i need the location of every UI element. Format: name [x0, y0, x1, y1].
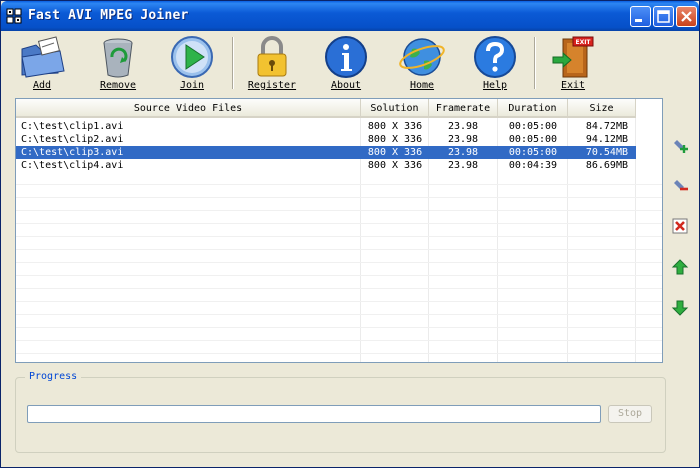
toolbar-separator	[232, 37, 234, 89]
grid-line	[16, 340, 662, 341]
title-bar[interactable]: Fast AVI MPEG Joiner	[1, 1, 699, 31]
delete-all-icon	[672, 218, 688, 234]
framerate-cell: 23.98	[447, 134, 479, 145]
close-icon	[681, 11, 692, 22]
exit-door-icon: EXIT	[552, 36, 594, 78]
app-window: Fast AVI MPEG Joiner Add Remove Join Reg…	[0, 0, 700, 468]
grid-line	[16, 249, 662, 250]
duration-cell: 00:05:00	[508, 121, 558, 132]
size-cell: 84.72MB	[585, 121, 628, 132]
add-file-button[interactable]	[671, 136, 689, 154]
globe-icon	[399, 38, 445, 76]
move-up-button[interactable]	[671, 258, 689, 276]
table-row[interactable]: C:\test\clip4.avi 800 X 336 23.98 00:04:39 8…	[16, 159, 636, 172]
grid-line	[16, 184, 662, 185]
grid-line	[16, 210, 662, 211]
grid-line	[16, 236, 662, 237]
add-file-icon	[674, 140, 688, 153]
framerate-cell: 23.98	[447, 160, 479, 171]
column-header-size[interactable]: Size	[568, 99, 636, 118]
join-label: Join	[179, 80, 205, 91]
list-header: Source Video Files Solution Framerate Du…	[16, 99, 636, 118]
app-icon	[6, 8, 22, 24]
home-label: Home	[409, 80, 435, 91]
framerate-cell: 23.98	[447, 121, 479, 132]
file-list[interactable]: Source Video Files Solution Framerate Du…	[15, 98, 663, 363]
grid-line	[16, 288, 662, 289]
remove-file-icon	[674, 180, 688, 191]
help-label: Help	[482, 80, 508, 91]
remove-label: Remove	[99, 80, 137, 91]
column-header-duration[interactable]: Duration	[498, 99, 568, 118]
move-down-icon	[671, 300, 689, 316]
maximize-icon	[657, 10, 670, 23]
window-title: Fast AVI MPEG Joiner	[28, 8, 189, 23]
toolbar-separator	[534, 37, 536, 89]
home-button[interactable]: Home	[389, 35, 455, 97]
help-icon	[474, 36, 516, 78]
about-label: About	[330, 80, 362, 91]
join-button[interactable]: Join	[159, 35, 225, 97]
duration-cell: 00:05:00	[508, 147, 558, 158]
add-button[interactable]: Add	[9, 35, 75, 97]
remove-file-button[interactable]	[671, 176, 689, 194]
solution-cell: 800 X 336	[367, 160, 423, 171]
recycle-bin-icon	[103, 38, 133, 78]
register-label: Register	[247, 80, 297, 91]
size-cell: 70.54MB	[585, 147, 628, 158]
delete-all-button[interactable]	[671, 217, 689, 235]
exit-label: Exit	[560, 80, 586, 91]
solution-cell: 800 X 336	[367, 147, 423, 158]
folder-open-icon	[21, 36, 65, 78]
maximize-button[interactable]	[653, 6, 674, 27]
file-path-cell: C:\test\clip4.avi	[21, 160, 124, 171]
minimize-icon	[635, 19, 642, 22]
solution-cell: 800 X 336	[367, 134, 423, 145]
close-button[interactable]	[676, 6, 697, 27]
progress-label: Progress	[25, 371, 82, 382]
register-button[interactable]: Register	[239, 35, 305, 97]
exit-button[interactable]: EXIT Exit	[540, 35, 606, 97]
play-icon	[171, 36, 213, 78]
grid-line	[16, 301, 662, 302]
column-header-solution[interactable]: Solution	[361, 99, 429, 118]
column-header-source[interactable]: Source Video Files	[16, 99, 361, 118]
progress-bar	[27, 405, 601, 423]
exit-sign-text: EXIT	[575, 39, 591, 46]
grid-line	[16, 223, 662, 224]
info-icon	[325, 36, 367, 78]
lock-icon	[257, 36, 287, 77]
about-button[interactable]: About	[313, 35, 379, 97]
grid-line	[16, 262, 662, 263]
remove-button[interactable]: Remove	[85, 35, 151, 97]
help-button[interactable]: Help	[462, 35, 528, 97]
table-row[interactable]: C:\test\clip2.avi 800 X 336 23.98 00:05:00 9…	[16, 133, 636, 146]
column-header-framerate[interactable]: Framerate	[429, 99, 498, 118]
duration-cell: 00:05:00	[508, 134, 558, 145]
table-row[interactable]: C:\test\clip1.avi 800 X 336 23.98 00:05:00 8…	[16, 120, 636, 133]
move-up-icon	[671, 259, 689, 275]
size-cell: 94.12MB	[585, 134, 628, 145]
grid-line	[16, 353, 662, 354]
grid-line	[16, 327, 662, 328]
size-cell: 86.69MB	[585, 160, 628, 171]
grid-line	[16, 275, 662, 276]
file-path-cell: C:\test\clip3.avi	[21, 147, 124, 158]
grid-line	[16, 314, 662, 315]
minimize-button[interactable]	[630, 6, 651, 27]
grid-line	[16, 197, 662, 198]
add-label: Add	[32, 80, 52, 91]
framerate-cell: 23.98	[447, 147, 479, 158]
toolbar: Add Remove Join Register About Home Help…	[1, 31, 699, 97]
stop-button[interactable]: Stop	[608, 405, 652, 423]
solution-cell: 800 X 336	[367, 121, 423, 132]
file-path-cell: C:\test\clip2.avi	[21, 134, 124, 145]
duration-cell: 00:04:39	[508, 160, 558, 171]
file-path-cell: C:\test\clip1.avi	[21, 121, 124, 132]
table-row[interactable]: C:\test\clip3.avi 800 X 336 23.98 00:05:00 7…	[16, 146, 636, 159]
move-down-button[interactable]	[671, 299, 689, 317]
